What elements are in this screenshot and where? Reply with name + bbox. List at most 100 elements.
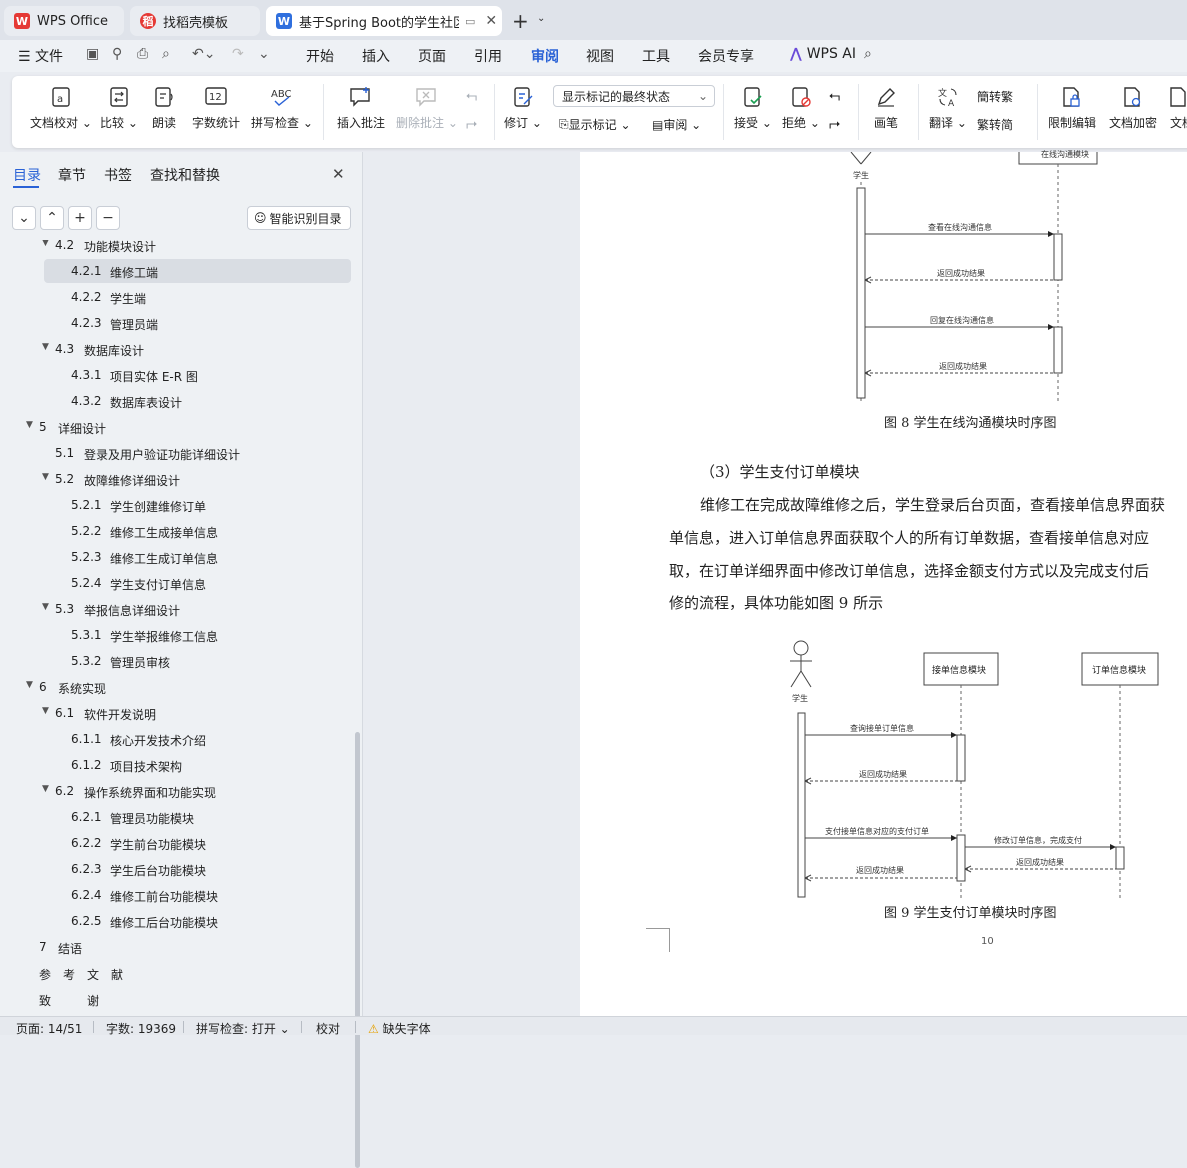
document-page[interactable]: 在线沟通模块 学生 查看在线沟通信息 返回成功结果 回复在线沟通信息 返回成功结… (580, 150, 1187, 1016)
toc-item[interactable]: 5.2.3 维修工生成订单信息 (0, 545, 356, 569)
toc-item[interactable]: 4.2.1 维修工端 (0, 259, 356, 283)
undo-icon[interactable]: ↶⌄ (192, 46, 215, 62)
restrict-edit-button[interactable]: 限制编辑 (1048, 86, 1096, 131)
missing-font-status[interactable]: ⚠ 缺失字体 (368, 1020, 431, 1037)
insert-comment-button[interactable]: 插入批注 (337, 86, 385, 131)
close-tab-icon[interactable]: ✕ (485, 13, 497, 29)
toc-item[interactable]: 4.2.2 学生端 (0, 285, 356, 309)
menu-reference[interactable]: 引用 (474, 46, 502, 66)
toc-item[interactable]: 5.2.1 学生创建维修订单 (0, 493, 356, 517)
toc-item[interactable]: 6.2.5 维修工后台功能模块 (0, 909, 356, 933)
expand-triangle-icon[interactable]: ▼ (42, 240, 49, 248)
window-icon[interactable]: ▭ (465, 15, 475, 28)
tab-list-chevron-icon[interactable]: ⌄ (537, 13, 545, 24)
expand-triangle-icon[interactable]: ▼ (42, 342, 49, 352)
expand-triangle-icon[interactable]: ▼ (42, 784, 49, 794)
add-heading-button[interactable]: + (68, 206, 92, 230)
toc-item[interactable]: 5.1 登录及用户验证功能详细设计 (0, 441, 356, 465)
prev-comment-icon[interactable]: ⮢ (466, 88, 477, 104)
toc-item[interactable]: 5.2.4 学生支付订单信息 (0, 571, 356, 595)
collapse-up-button[interactable]: ⌃ (40, 206, 64, 230)
tab-document[interactable]: W 基于Spring Boot的学生社区... ▭ ✕ (266, 6, 502, 36)
toc-item[interactable]: 6.1.1 核心开发技术介绍 (0, 727, 356, 751)
ink-button[interactable]: 画笔 (874, 86, 898, 131)
toc-item[interactable]: 参 考 文 献 (0, 961, 356, 985)
read-aloud-button[interactable]: 朗读 (152, 86, 176, 131)
markup-state-select[interactable]: 显示标记的最终状态 ⌄ (553, 85, 715, 107)
translate-button[interactable]: 文A 翻译 ⌄ (929, 86, 967, 131)
delete-comment-button[interactable]: 删除批注 ⌄ (396, 86, 458, 131)
remove-heading-button[interactable]: − (96, 206, 120, 230)
toc-item[interactable]: 4.3.2 数据库表设计 (0, 389, 356, 413)
toc-item[interactable]: 6.2.1 管理员功能模块 (0, 805, 356, 829)
to-simplified-button[interactable]: 繁 转简 (977, 116, 1013, 133)
toc-item[interactable]: ▼ 4.3 数据库设计 (0, 337, 356, 361)
toc-item[interactable]: 5.2.2 维修工生成接单信息 (0, 519, 356, 543)
toc-item[interactable]: 4.2.3 管理员端 (0, 311, 356, 335)
expand-triangle-icon[interactable]: ▼ (26, 680, 33, 690)
menu-insert[interactable]: 插入 (362, 46, 390, 66)
toc-item[interactable]: ▼ 6.2 操作系统界面和功能实现 (0, 779, 356, 803)
toc-item[interactable]: 7 结语 (0, 935, 356, 959)
menu-member[interactable]: 会员专享 (698, 46, 754, 66)
toc-item[interactable]: ▼ 6.1 软件开发说明 (0, 701, 356, 725)
toc-item[interactable]: 4.3.1 项目实体 E-R 图 (0, 363, 356, 387)
toc-item[interactable]: 6.2.3 学生后台功能模块 (0, 857, 356, 881)
file-menu[interactable]: ☰ 文件 (18, 46, 63, 66)
print-preview-icon[interactable]: ⌕ (162, 46, 170, 62)
spell-check-button[interactable]: ABC 拼写检查 ⌄ (251, 86, 313, 131)
tab-chapters[interactable]: 章节 (58, 165, 86, 185)
page-indicator[interactable]: 页面: 14/51 (16, 1020, 82, 1037)
tab-toc[interactable]: 目录 (13, 165, 41, 185)
expand-triangle-icon[interactable]: ▼ (42, 706, 49, 716)
menu-tools[interactable]: 工具 (642, 46, 670, 66)
search-icon[interactable]: ⌕ (864, 46, 872, 62)
reject-button[interactable]: 拒绝 ⌄ (782, 86, 820, 131)
next-change-icon[interactable]: ⮣ (829, 116, 840, 132)
toc-item[interactable]: 致 谢 (0, 987, 356, 1011)
encrypt-button[interactable]: 文档加密 (1109, 86, 1157, 131)
accept-button[interactable]: 接受 ⌄ (734, 86, 772, 131)
wps-ai-button[interactable]: ⋀ WPS AI (790, 46, 856, 62)
menu-view[interactable]: 视图 (586, 46, 614, 66)
sidebar-scrollbar[interactable] (355, 732, 360, 1168)
tab-docer[interactable]: 稻 找稻壳模板 (130, 6, 260, 36)
menu-start[interactable]: 开始 (306, 46, 334, 66)
toc-item[interactable]: ▼ 5.3 举报信息详细设计 (0, 597, 356, 621)
toc-item[interactable]: 5.3.2 管理员审核 (0, 649, 356, 673)
tab-wps-office[interactable]: W WPS Office (4, 6, 124, 36)
menu-review[interactable]: 审阅 (531, 46, 559, 66)
tab-bookmarks[interactable]: 书签 (104, 165, 132, 185)
print-icon[interactable]: ⎙ (137, 46, 148, 62)
toc-item[interactable]: ▼ 4.2 功能模块设计 (0, 240, 356, 257)
new-tab-icon[interactable]: + (512, 9, 529, 33)
spell-check-status[interactable]: 拼写检查: 打开 ⌄ (196, 1020, 290, 1037)
smart-toc-button[interactable]: ☺ 智能识别目录 (247, 206, 351, 230)
expand-triangle-icon[interactable]: ▼ (26, 420, 33, 430)
to-traditional-button[interactable]: 簡 转繁 (977, 88, 1013, 105)
tab-find-replace[interactable]: 查找和替换 (150, 165, 220, 185)
proofread-button[interactable]: a 文档校对 ⌄ (30, 86, 92, 131)
word-count-indicator[interactable]: 字数: 19369 (106, 1020, 176, 1037)
proof-status[interactable]: 校对 (316, 1020, 340, 1037)
track-changes-button[interactable]: 修订 ⌄ (504, 86, 542, 131)
toc-item[interactable]: 6.2.4 维修工前台功能模块 (0, 883, 356, 907)
share-icon[interactable]: ⚲ (112, 46, 122, 62)
toc-item[interactable]: 6.2.2 学生前台功能模块 (0, 831, 356, 855)
expand-triangle-icon[interactable]: ▼ (42, 602, 49, 612)
toc-item[interactable]: ▼ 6 系统实现 (0, 675, 356, 699)
doc-more-button[interactable]: 文档 (1170, 86, 1187, 131)
save-icon[interactable]: ▣ (86, 46, 99, 62)
show-markup-button[interactable]: ⎘ 显示标记 ⌄ (559, 116, 631, 133)
redo-icon[interactable]: ↷ (232, 46, 244, 62)
close-pane-icon[interactable]: ✕ (332, 165, 345, 183)
word-count-button[interactable]: 12 字数统计 (192, 86, 240, 131)
expand-triangle-icon[interactable]: ▼ (42, 472, 49, 482)
toc-item[interactable]: 6.1.2 项目技术架构 (0, 753, 356, 777)
toc-item[interactable]: ▼ 5.2 故障维修详细设计 (0, 467, 356, 491)
more-chevron-icon[interactable]: ⌄ (258, 46, 270, 62)
next-comment-icon[interactable]: ⮣ (466, 116, 477, 132)
prev-change-icon[interactable]: ⮢ (829, 88, 840, 104)
toc-item[interactable]: ▼ 5 详细设计 (0, 415, 356, 439)
expand-down-button[interactable]: ⌄ (12, 206, 36, 230)
